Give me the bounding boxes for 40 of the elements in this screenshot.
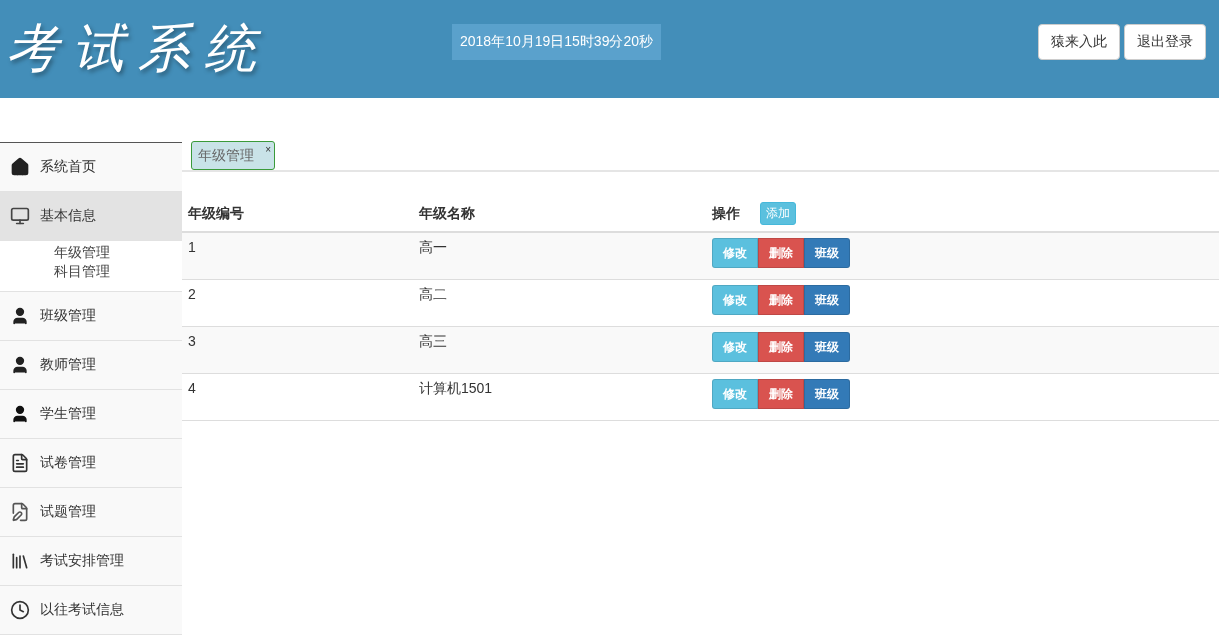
table-cell: 高一 bbox=[413, 232, 706, 280]
datetime: 2018年10月19日15时39分20秒 bbox=[452, 24, 661, 60]
submenu-link[interactable]: 科目管理 bbox=[54, 262, 182, 281]
table-cell: 3 bbox=[182, 326, 413, 374]
action-button[interactable]: 删除 bbox=[758, 379, 804, 409]
header-button[interactable]: 猿来入此 bbox=[1038, 24, 1120, 60]
sidebar-item[interactable]: 学生管理 bbox=[0, 390, 182, 439]
submenu-link[interactable]: 年级管理 bbox=[54, 243, 182, 262]
monitor-icon bbox=[10, 206, 30, 226]
tab[interactable]: 年级管理 × bbox=[191, 141, 275, 170]
close-icon[interactable]: × bbox=[265, 144, 271, 155]
document-pen-icon bbox=[10, 502, 30, 522]
table-cell: 4 bbox=[182, 373, 413, 421]
clock-icon bbox=[10, 600, 30, 620]
sidebar-item[interactable]: 以往考试信息 bbox=[0, 586, 182, 635]
action-button[interactable]: 班级 bbox=[804, 332, 850, 362]
table-cell: 1 bbox=[182, 232, 413, 280]
action-button[interactable]: 删除 bbox=[758, 238, 804, 268]
table-cell: 2 bbox=[182, 279, 413, 327]
person-icon bbox=[10, 404, 30, 424]
sidebar-item[interactable]: 试卷管理 bbox=[0, 439, 182, 488]
document-icon bbox=[10, 453, 30, 473]
action-button[interactable]: 班级 bbox=[804, 285, 850, 315]
person-icon bbox=[10, 355, 30, 375]
action-button[interactable]: 班级 bbox=[804, 379, 850, 409]
sidebar-item[interactable]: 试题管理 bbox=[0, 488, 182, 537]
sidebar-item[interactable]: 考试安排管理 bbox=[0, 537, 182, 586]
logo: 考试系统 bbox=[6, 17, 271, 80]
table-cell: 计算机1501 bbox=[413, 373, 706, 421]
action-button[interactable]: 班级 bbox=[804, 238, 850, 268]
column-header: 操作 bbox=[712, 204, 740, 223]
table-cell: 高二 bbox=[413, 279, 706, 327]
home-icon bbox=[10, 157, 30, 177]
action-button[interactable]: 删除 bbox=[758, 285, 804, 315]
books-icon bbox=[10, 551, 30, 571]
table-cell: 高三 bbox=[413, 326, 706, 374]
person-icon bbox=[10, 306, 30, 326]
sidebar-item[interactable]: 基本信息 bbox=[0, 192, 182, 241]
header-button[interactable]: 退出登录 bbox=[1124, 24, 1206, 60]
action-button[interactable]: 删除 bbox=[758, 332, 804, 362]
